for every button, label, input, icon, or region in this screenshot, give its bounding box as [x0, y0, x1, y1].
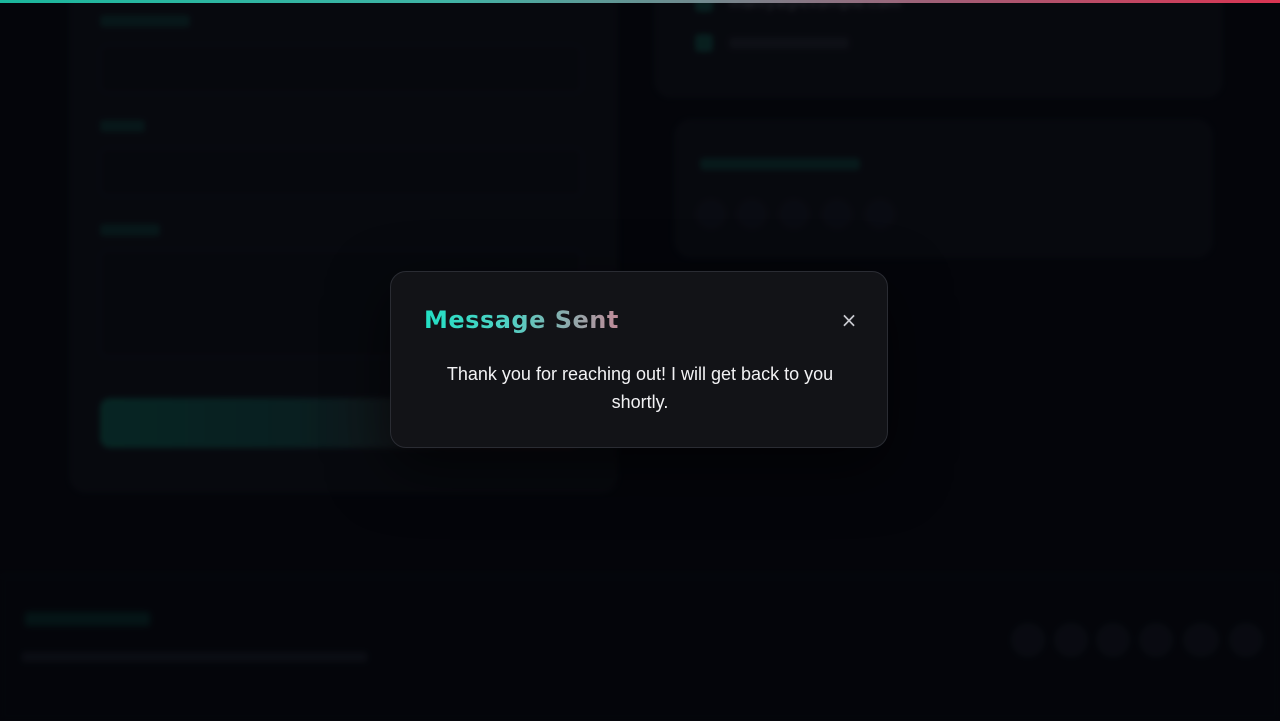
dialog-title: Message Sent: [424, 306, 619, 334]
dialog-message: Thank you for reaching out! I will get b…: [446, 364, 834, 412]
close-icon[interactable]: ×: [837, 308, 861, 332]
message-sent-dialog: Message Sent × Thank you for reaching ou…: [390, 271, 888, 448]
top-accent-line: [0, 0, 1280, 3]
